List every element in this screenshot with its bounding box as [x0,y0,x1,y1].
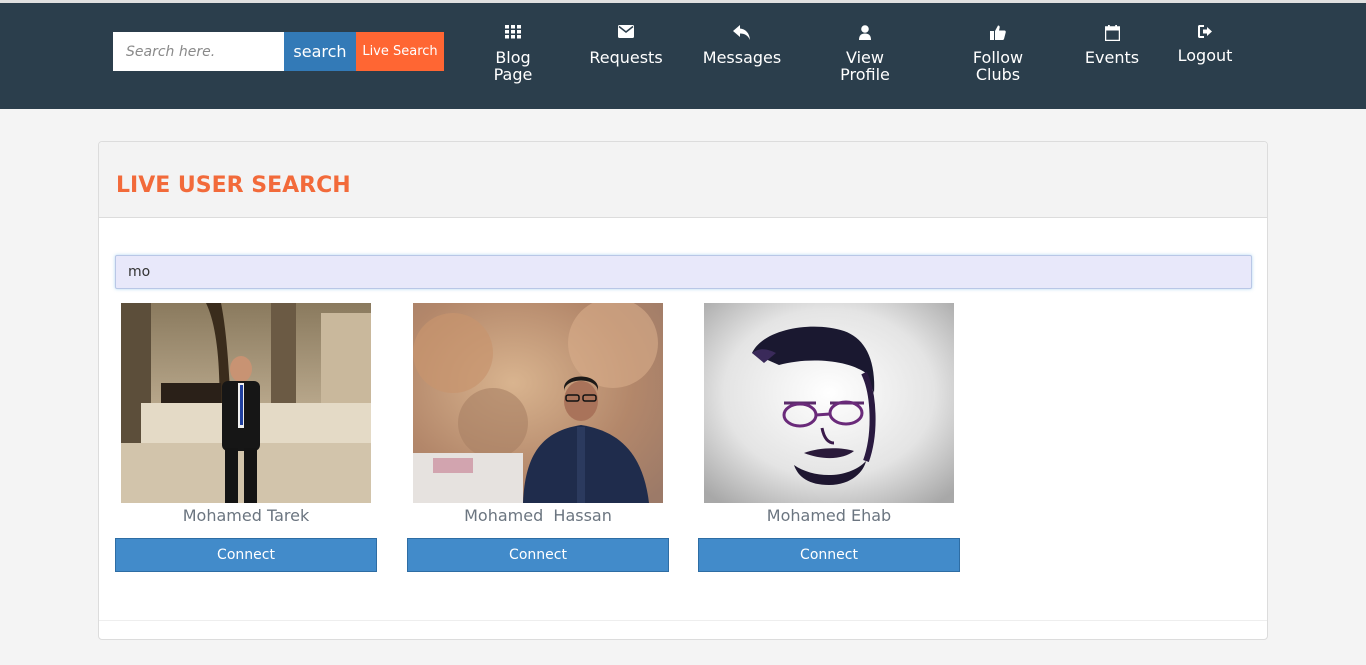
nav-messages-label: Messages [702,48,782,67]
nav-view-profile[interactable]: View Profile [836,25,894,83]
user-photo [121,303,371,503]
top-navbar: search Live Search Blog Page Requests Me… [0,0,1366,109]
search-input[interactable] [113,32,284,71]
user-name: Mohamed Tarek [182,506,310,525]
nav-messages[interactable]: Messages [700,25,784,66]
nav-follow-label-line2: Clubs [975,65,1021,84]
nav-requests-label: Requests [589,48,663,67]
nav-follow-label-line1: Follow [972,48,1024,67]
user-icon [836,25,894,43]
sign-out-icon [1175,25,1235,39]
nav-requests[interactable]: Requests [586,25,666,66]
nav-view-label-line2: Profile [840,65,890,84]
user-name: Mohamed Ehab [766,506,892,525]
nav-events-label: Events [1084,48,1140,67]
user-photo [704,303,954,503]
live-search-panel: LIVE USER SEARCH mo Mohamed Tarek Connec… [98,141,1268,640]
envelope-icon [586,25,666,43]
thumbs-up-icon [968,25,1028,43]
nav-view-label-line1: View [846,48,884,67]
connect-button[interactable]: Connect [698,538,960,572]
panel-header: LIVE USER SEARCH [99,142,1267,218]
nav-blog-page[interactable]: Blog Page [486,25,540,83]
live-search-button[interactable]: Live Search [356,32,444,71]
nav-blog-label-line2: Page [493,65,533,84]
nav-follow-clubs[interactable]: Follow Clubs [968,25,1028,83]
nav-logout-label: Logout [1177,46,1233,65]
th-icon [486,25,540,43]
user-name: Mohamed Hassan [464,506,612,525]
page-title: LIVE USER SEARCH [116,173,351,198]
connect-button[interactable]: Connect [407,538,669,572]
nav-events[interactable]: Events [1080,25,1144,66]
connect-button[interactable]: Connect [115,538,377,572]
nav-logout[interactable]: Logout [1175,25,1235,64]
reply-icon [700,25,784,43]
live-search-input[interactable] [115,255,1252,289]
panel-footer-divider [99,620,1267,621]
nav-blog-label-line1: Blog [495,48,531,67]
calendar-icon [1080,25,1144,43]
search-button[interactable]: search [284,32,356,71]
user-photo [413,303,663,503]
